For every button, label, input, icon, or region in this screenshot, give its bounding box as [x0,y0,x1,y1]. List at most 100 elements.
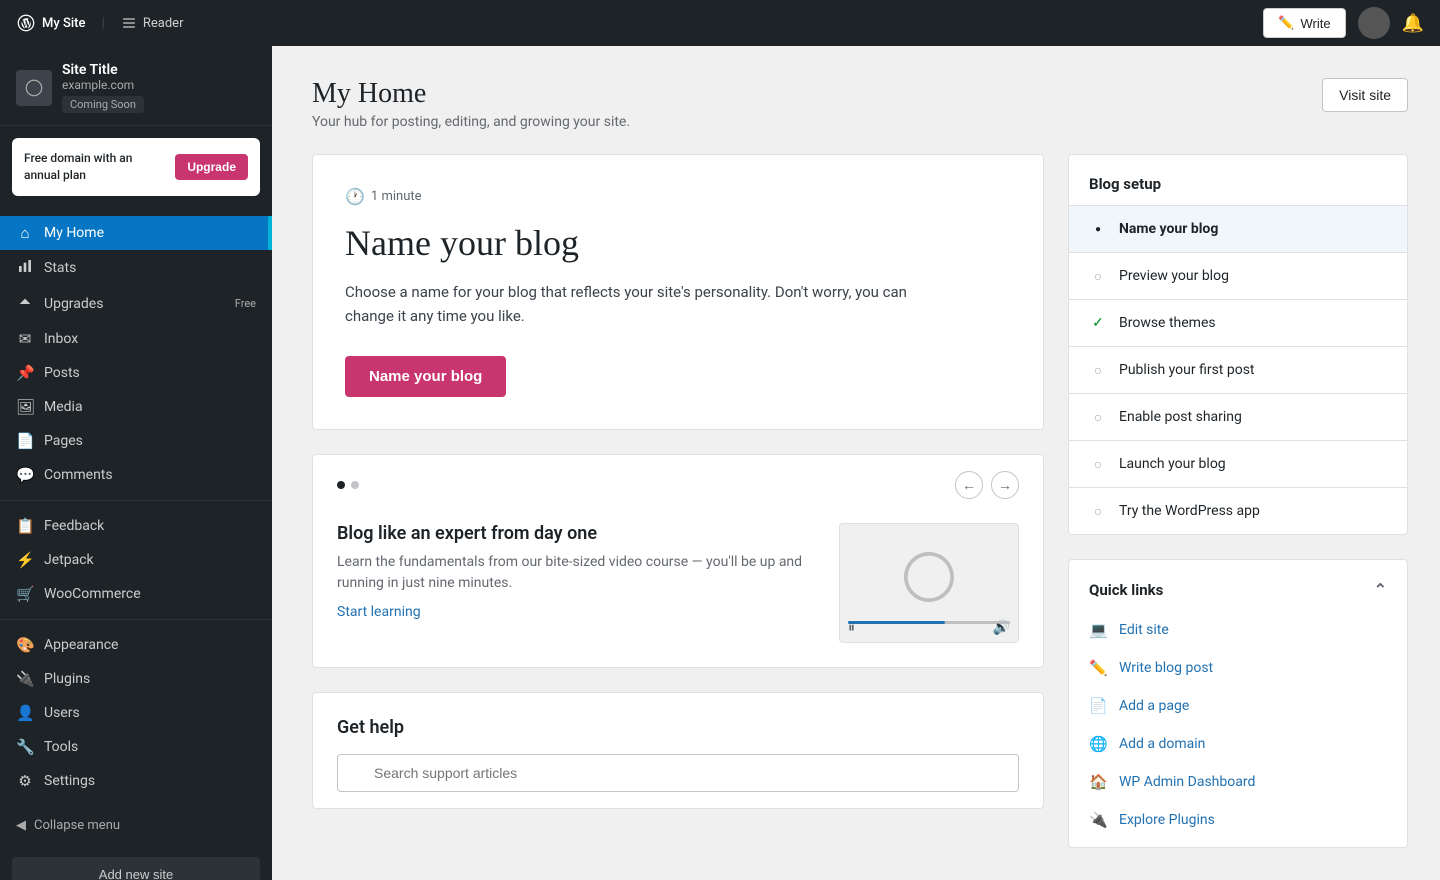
left-column: 🕐 1 minute Name your blog Choose a name … [312,154,1044,848]
sidebar-item-settings[interactable]: ⚙ Settings [0,764,272,798]
carousel-dot-2 [351,481,359,489]
page-header-text: My Home Your hub for posting, editing, a… [312,78,630,130]
visit-site-button[interactable]: Visit site [1322,78,1408,112]
quick-link-admin-dashboard[interactable]: 🏠 WP Admin Dashboard [1069,763,1407,801]
quick-links-list: 💻 Edit site ✏️ Write blog post 📄 Add a p… [1069,611,1407,847]
sidebar-item-label: Tools [44,739,78,755]
sidebar-item-comments[interactable]: 💬 Comments [0,458,272,492]
quick-link-add-domain[interactable]: 🌐 Add a domain [1069,725,1407,763]
setup-step-preview-blog[interactable]: ○ Preview your blog [1069,253,1407,300]
sidebar-item-my-home[interactable]: ⌂ My Home [0,216,272,250]
expert-text: Blog like an expert from day one Learn t… [337,523,837,620]
sidebar-item-tools[interactable]: 🔧 Tools [0,730,272,764]
sidebar-item-label: Inbox [44,331,78,347]
sidebar-item-label: Pages [44,433,83,449]
clock-icon: 🕐 [345,187,365,206]
admin-icon: 🏠 [1089,773,1107,791]
setup-step-name-blog[interactable]: ● Name your blog [1069,206,1407,253]
sidebar-item-label: Stats [44,260,76,276]
sidebar: Site Title example.com Coming Soon Free … [0,46,272,880]
play-pause-icon[interactable]: ⏸ [848,620,855,636]
appearance-icon: 🎨 [16,636,34,654]
help-title: Get help [337,717,1019,738]
upgrades-badge: Free [235,297,256,310]
upgrade-banner: Free domain with an annual plan Upgrade [12,138,260,196]
upgrades-icon [16,294,34,314]
setup-heading: Name your blog [345,222,1011,264]
site-icon [16,70,52,106]
setup-step-wordpress-app[interactable]: ○ Try the WordPress app [1069,488,1407,534]
sidebar-item-appearance[interactable]: 🎨 Appearance [0,628,272,662]
setup-description: Choose a name for your blog that reflect… [345,280,945,328]
posts-icon: 📌 [16,364,34,382]
quick-link-explore-plugins[interactable]: 🔌 Explore Plugins [1069,801,1407,839]
step-icon-wordpress-app: ○ [1089,502,1107,520]
quick-link-edit-site[interactable]: 💻 Edit site [1069,611,1407,649]
inbox-icon: ✉ [16,330,34,348]
site-info: Site Title example.com Coming Soon [62,62,144,113]
user-avatar[interactable] [1358,7,1390,39]
my-site-logo[interactable]: My Site [16,13,85,33]
tools-icon: 🔧 [16,738,34,756]
nav-divider-1 [0,500,272,501]
sidebar-item-woocommerce[interactable]: 🛒 WooCommerce [0,577,272,611]
video-thumbnail[interactable]: ⏸ 🔊 [839,523,1019,643]
setup-step-launch-blog[interactable]: ○ Launch your blog [1069,441,1407,488]
sidebar-item-plugins[interactable]: 🔌 Plugins [0,662,272,696]
quick-link-add-page[interactable]: 📄 Add a page [1069,687,1407,725]
sidebar-item-label: Feedback [44,518,104,534]
coming-soon-badge: Coming Soon [62,96,144,113]
collapse-icon[interactable]: ⌃ [1374,580,1387,599]
write-button[interactable]: ✏️ Write [1263,8,1345,38]
sidebar-item-users[interactable]: 👤 Users [0,696,272,730]
wordpress-icon [16,13,36,33]
sidebar-item-label: Jetpack [44,552,94,568]
sidebar-item-upgrades[interactable]: Upgrades Free [0,286,272,322]
carousel-prev-button[interactable]: ← [955,471,983,499]
jetpack-icon: ⚡ [16,551,34,569]
carousel-next-button[interactable]: → [991,471,1019,499]
setup-list: ● Name your blog ○ Preview your blog ✓ B… [1069,206,1407,534]
sidebar-item-pages[interactable]: 📄 Pages [0,424,272,458]
quick-link-write-post[interactable]: ✏️ Write blog post [1069,649,1407,687]
page-icon: 📄 [1089,697,1107,715]
sidebar-item-posts[interactable]: 📌 Posts [0,356,272,390]
sidebar-item-feedback[interactable]: 📋 Feedback [0,509,272,543]
sidebar-item-stats[interactable]: Stats [0,250,272,286]
comments-icon: 💬 [16,466,34,484]
page-title: My Home [312,78,630,110]
search-wrapper: 🔍 [337,754,1019,792]
search-support-input[interactable] [337,754,1019,792]
setup-step-publish-post[interactable]: ○ Publish your first post [1069,347,1407,394]
sidebar-item-label: Upgrades [44,296,103,312]
reader-link[interactable]: Reader [121,15,184,31]
sidebar-item-label: Appearance [44,637,118,653]
upgrade-button[interactable]: Upgrade [175,154,248,180]
step-icon-name-blog: ● [1089,220,1107,238]
plugins-icon: 🔌 [16,670,34,688]
sidebar-item-inbox[interactable]: ✉ Inbox [0,322,272,356]
sidebar-item-jetpack[interactable]: ⚡ Jetpack [0,543,272,577]
content-grid: 🕐 1 minute Name your blog Choose a name … [312,154,1408,848]
site-name: Site Title [62,62,144,78]
nav-list: ⌂ My Home Stats Upgrades Free ✉ Inbox [0,208,272,806]
sidebar-item-media[interactable]: 🖼 Media [0,390,272,424]
step-icon-launch-blog: ○ [1089,455,1107,473]
sidebar-item-label: Comments [44,467,113,483]
laptop-icon: 💻 [1089,621,1107,639]
pencil-icon: ✏️ [1089,659,1107,677]
start-learning-link[interactable]: Start learning [337,604,837,620]
name-your-blog-button[interactable]: Name your blog [345,356,506,397]
notification-bell[interactable]: 🔔 [1402,13,1424,34]
site-header[interactable]: Site Title example.com Coming Soon [0,46,272,126]
carousel-dots [337,481,359,489]
volume-icon[interactable]: 🔊 [993,620,1010,636]
woocommerce-icon: 🛒 [16,585,34,603]
stats-icon [16,258,34,278]
setup-step-browse-themes[interactable]: ✓ Browse themes [1069,300,1407,347]
sidebar-item-label: Plugins [44,671,90,687]
setup-step-enable-sharing[interactable]: ○ Enable post sharing [1069,394,1407,441]
add-new-site-button[interactable]: Add new site [12,857,260,880]
step-icon-preview-blog: ○ [1089,267,1107,285]
collapse-menu[interactable]: ◀ Collapse menu [0,806,272,845]
